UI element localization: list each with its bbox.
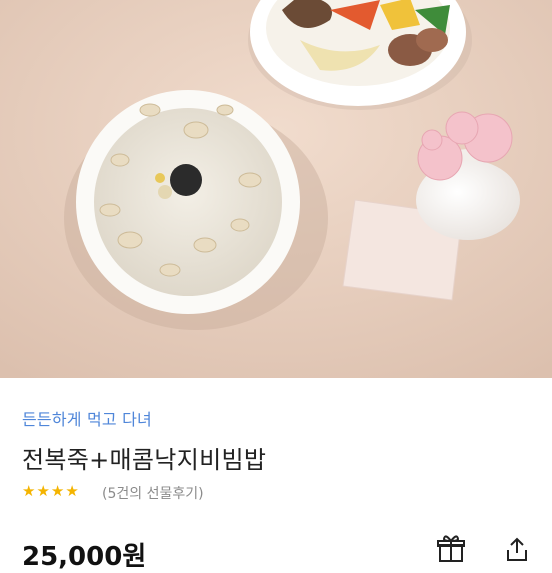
- rating-stars: ★★★★: [22, 482, 80, 500]
- gift-icon: [437, 535, 465, 562]
- gift-button[interactable]: [436, 534, 466, 564]
- product-tagline: 든든하게 먹고 다녀: [22, 410, 152, 429]
- product-name: 전복죽+매콤낙지비빔밥: [22, 446, 267, 474]
- product-price: 25,000원: [22, 542, 147, 572]
- share-icon: [507, 537, 527, 561]
- product-image: [0, 0, 552, 378]
- share-button[interactable]: [504, 536, 530, 562]
- review-count-link[interactable]: (5건의 선물후기): [102, 483, 204, 503]
- product-info: 든든하게 먹고 다녀 전복죽+매콤낙지비빔밥 ★★★★ (5건의 선물후기) 2…: [0, 378, 552, 572]
